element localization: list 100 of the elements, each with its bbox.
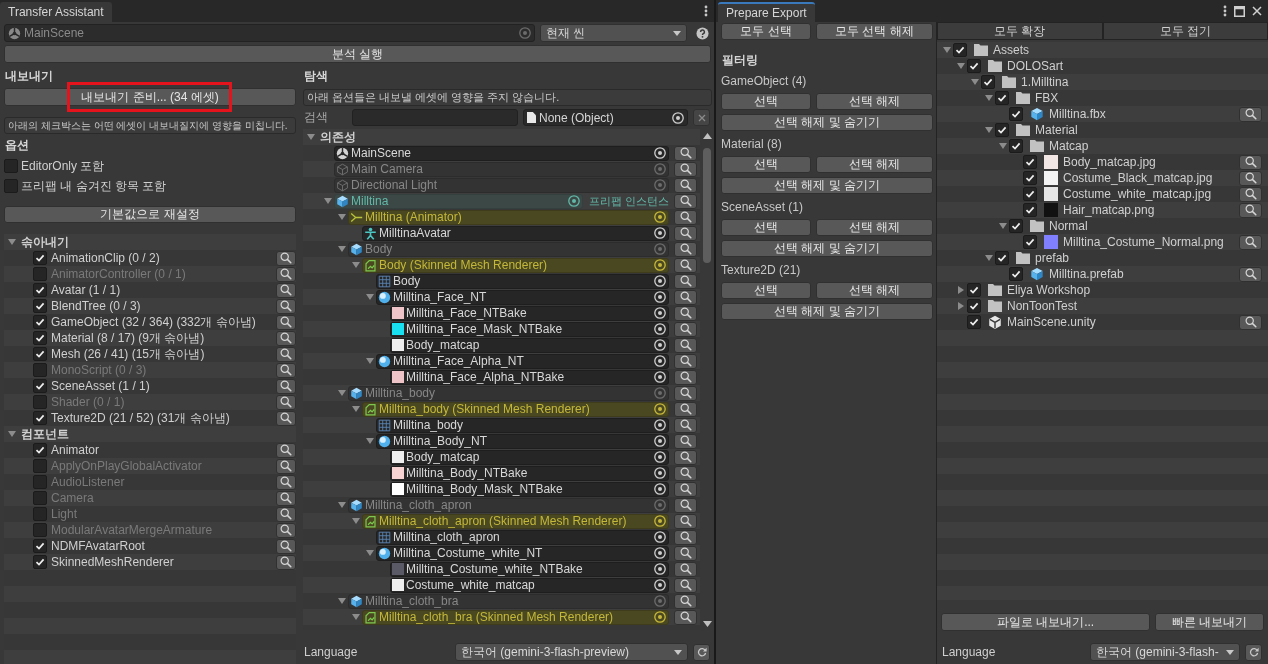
checkbox[interactable]	[967, 59, 981, 73]
checkbox[interactable]	[33, 363, 47, 377]
checkbox[interactable]	[33, 523, 47, 537]
search-button[interactable]	[674, 577, 697, 593]
checkbox[interactable]	[33, 507, 47, 521]
object-field[interactable]: Body_matcap	[390, 337, 669, 353]
object-field[interactable]: Milltina_Costume_white_NT	[376, 545, 669, 561]
checkbox[interactable]	[33, 411, 47, 425]
checkbox[interactable]	[33, 379, 47, 393]
foldout-arrow-icon[interactable]	[338, 389, 346, 397]
foldout-arrow-icon[interactable]	[957, 62, 965, 70]
checkbox[interactable]	[33, 443, 47, 457]
language-dropdown[interactable]: 한국어 (gemini-3-flash-	[1090, 643, 1240, 661]
search-button[interactable]	[276, 554, 296, 570]
checkbox[interactable]	[33, 315, 47, 329]
object-field[interactable]: Milltina_Body_NTBake	[390, 465, 669, 481]
foldout-arrow-icon[interactable]	[324, 197, 332, 205]
search-button[interactable]	[276, 266, 296, 282]
checkbox[interactable]	[1023, 187, 1037, 201]
object-field[interactable]: MilltinaAvatar	[362, 225, 669, 241]
object-field[interactable]: Body (Skinned Mesh Renderer)	[362, 257, 669, 273]
search-button[interactable]	[674, 225, 697, 241]
object-field[interactable]: Milltina_Face_Alpha_NTBake	[390, 369, 669, 385]
object-field[interactable]: Body	[376, 273, 669, 289]
search-button[interactable]	[276, 330, 296, 346]
clear-button[interactable]	[693, 109, 710, 126]
more-options-icon[interactable]	[1223, 5, 1227, 17]
checkbox[interactable]	[1023, 155, 1037, 169]
refresh-button[interactable]	[693, 643, 710, 661]
checkbox[interactable]	[1023, 171, 1037, 185]
search-button[interactable]	[1239, 314, 1262, 330]
scroll-up-arrow-icon[interactable]	[702, 133, 712, 139]
search-button[interactable]	[276, 522, 296, 538]
checkbox[interactable]	[1009, 139, 1023, 153]
object-field[interactable]: Milltina_Face_Alpha_NT	[376, 353, 669, 369]
search-button[interactable]	[276, 346, 296, 362]
foldout-arrow-icon[interactable]	[352, 517, 360, 525]
checkbox[interactable]	[33, 539, 47, 553]
search-button[interactable]	[276, 410, 296, 426]
search-button[interactable]	[674, 417, 697, 433]
maximize-icon[interactable]	[1234, 5, 1245, 17]
search-button[interactable]	[674, 385, 697, 401]
target-icon[interactable]	[654, 259, 666, 271]
foldout-arrow-icon[interactable]	[366, 357, 374, 365]
search-button[interactable]	[1239, 186, 1262, 202]
checkbox[interactable]	[33, 459, 47, 473]
checkbox[interactable]	[1023, 203, 1037, 217]
object-field[interactable]: Milltina_body	[348, 385, 669, 401]
export-to-file-button[interactable]: 파일로 내보내기...	[941, 613, 1150, 631]
deselect-button[interactable]: 선택 해제	[816, 219, 933, 236]
object-field[interactable]: Milltina_cloth_bra (Skinned Mesh Renderer)	[362, 609, 669, 625]
object-field[interactable]: Milltina_cloth_apron	[376, 529, 669, 545]
search-button[interactable]	[674, 305, 697, 321]
search-button[interactable]	[276, 314, 296, 330]
object-field[interactable]: None (Object)	[523, 109, 688, 126]
search-button[interactable]	[674, 593, 697, 609]
checkbox[interactable]	[33, 555, 47, 569]
close-icon[interactable]	[1252, 6, 1262, 16]
window-tab[interactable]: Transfer Assistant	[0, 2, 112, 22]
search-button[interactable]	[674, 481, 697, 497]
object-field[interactable]: Directional Light	[334, 177, 669, 193]
target-icon[interactable]	[654, 611, 666, 623]
foldout-arrow-icon[interactable]	[352, 261, 360, 269]
checkbox[interactable]	[1023, 235, 1037, 249]
foldout-arrow-icon[interactable]	[985, 126, 993, 134]
foldout-arrow-icon[interactable]	[957, 302, 965, 310]
search-button[interactable]	[674, 241, 697, 257]
checkbox[interactable]	[33, 283, 47, 297]
search-button[interactable]	[674, 177, 697, 193]
foldout-arrow-icon[interactable]	[352, 613, 360, 621]
foldout-arrow-icon[interactable]	[957, 286, 965, 294]
help-icon[interactable]	[696, 26, 709, 40]
foldout-arrow-icon[interactable]	[943, 46, 951, 54]
checkbox[interactable]	[4, 159, 18, 173]
foldout-arrow-icon[interactable]	[338, 501, 346, 509]
checkbox[interactable]	[1009, 107, 1023, 121]
object-field[interactable]: Milltina_Costume_white_NTBake	[390, 561, 669, 577]
deselect-and-hide-button[interactable]: 선택 해제 및 숨기기	[721, 177, 933, 194]
checkbox[interactable]	[995, 251, 1009, 265]
search-button[interactable]	[276, 250, 296, 266]
search-button[interactable]	[1239, 234, 1262, 250]
foldout-arrow-icon[interactable]	[8, 238, 16, 246]
object-field[interactable]: Milltina_cloth_bra	[348, 593, 669, 609]
search-button[interactable]	[674, 209, 697, 225]
object-field[interactable]: Milltina_Body_Mask_NTBake	[390, 481, 669, 497]
search-button[interactable]	[1239, 170, 1262, 186]
search-button[interactable]	[1239, 154, 1262, 170]
checkbox[interactable]	[33, 251, 47, 265]
search-button[interactable]	[276, 490, 296, 506]
foldout-arrow-icon[interactable]	[985, 94, 993, 102]
deselect-button[interactable]: 선택 해제	[816, 93, 933, 110]
deselect-button[interactable]: 선택 해제	[816, 282, 933, 299]
search-button[interactable]	[276, 458, 296, 474]
foldout-arrow-icon[interactable]	[366, 549, 374, 557]
foldout-arrow-icon[interactable]	[971, 78, 979, 86]
foldout-arrow-icon[interactable]	[352, 405, 360, 413]
checkbox[interactable]	[33, 491, 47, 505]
object-field[interactable]: Milltina_body	[376, 417, 669, 433]
window-tab[interactable]: Prepare Export	[718, 2, 815, 22]
search-button[interactable]	[276, 362, 296, 378]
